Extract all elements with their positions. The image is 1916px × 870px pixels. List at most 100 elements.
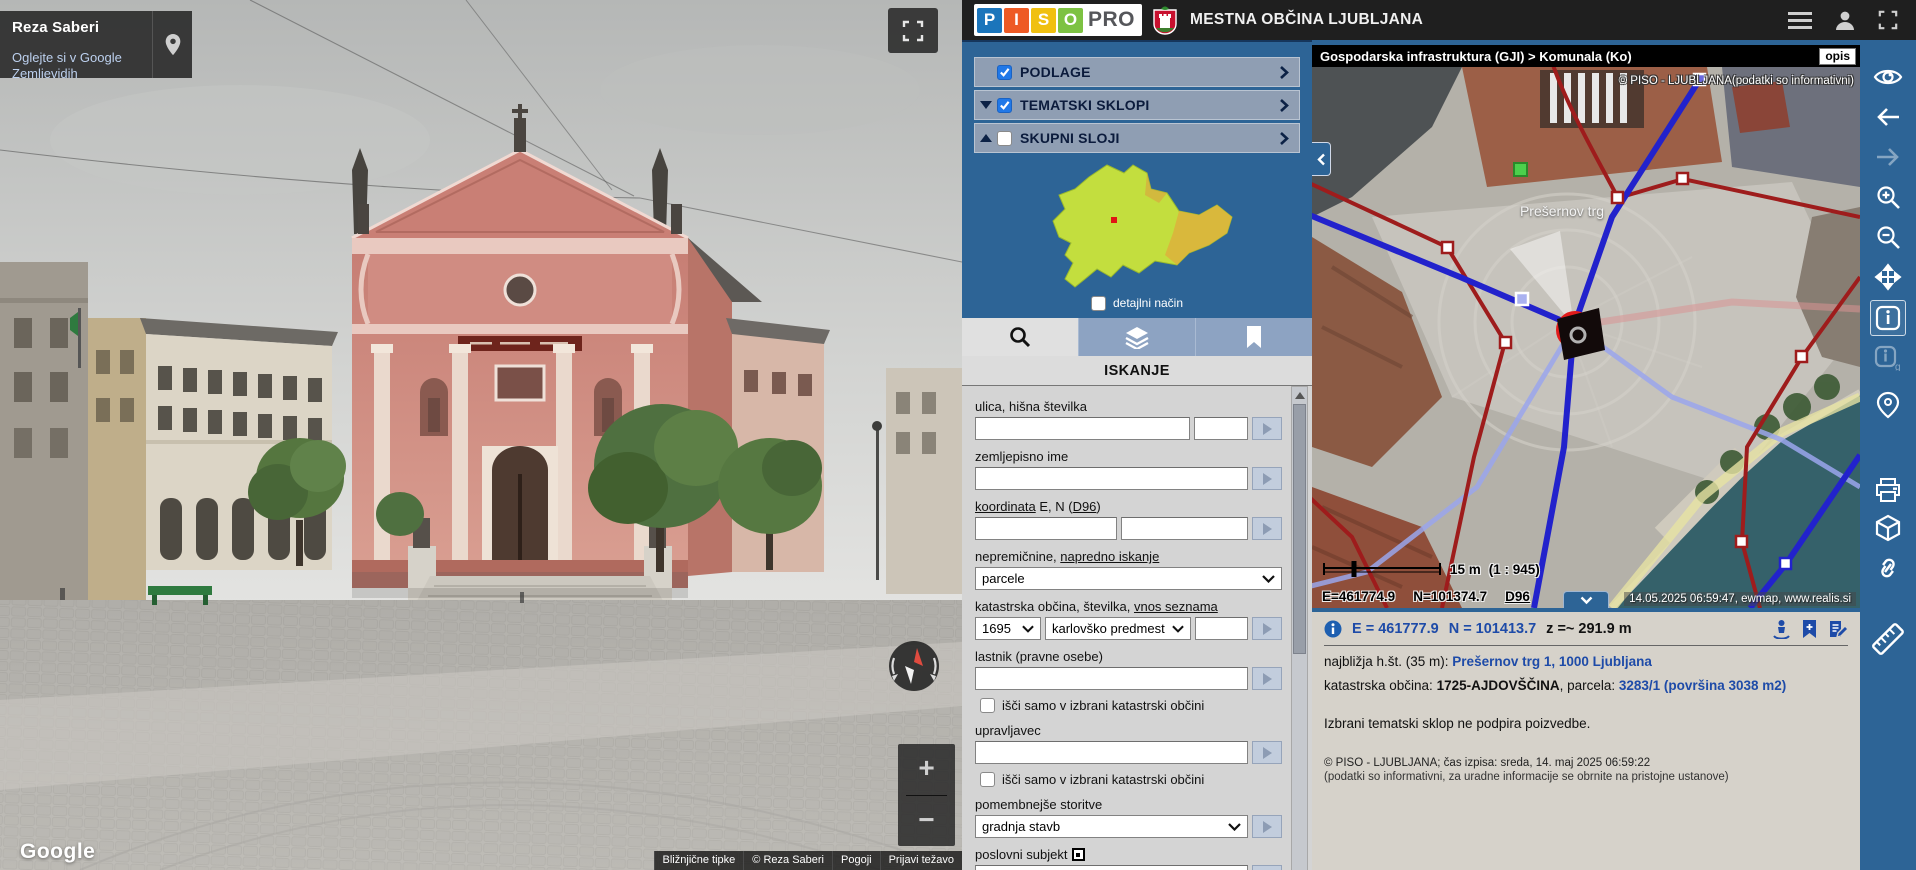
panel-collapse-tab[interactable] (1312, 142, 1331, 176)
piso-pro-logo[interactable]: P I S O PRO (974, 4, 1142, 36)
coordinate-search-button[interactable] (1252, 517, 1282, 540)
shortcut-keys-link[interactable]: Bližnjične tipke (654, 851, 744, 870)
accordion-podlage[interactable]: PODLAGE (974, 57, 1300, 87)
chevron-right-icon[interactable] (1279, 131, 1289, 146)
tab-bookmarks[interactable] (1195, 318, 1312, 356)
streetview-fullscreen-button[interactable] (888, 8, 938, 53)
zoom-in-map-button[interactable] (1870, 179, 1906, 215)
municipality-title: MESTNA OBČINA LJUBLJANA (1190, 11, 1788, 29)
view-3d-button[interactable] (1870, 510, 1906, 546)
locate-button[interactable] (1870, 387, 1906, 423)
print-button[interactable] (1870, 472, 1906, 508)
location-pin-icon (1876, 391, 1900, 419)
coordinate-link[interactable]: koordinata (975, 499, 1036, 514)
cadastral-search-button[interactable] (1252, 617, 1282, 640)
house-number-input[interactable] (1194, 417, 1248, 440)
geoname-input[interactable] (975, 467, 1248, 490)
compass-control[interactable] (886, 636, 942, 696)
menu-icon[interactable] (1788, 11, 1812, 29)
realestate-select[interactable]: parcele (975, 567, 1282, 590)
only-cadastral-checkbox-2[interactable] (980, 772, 995, 787)
zoom-out-button[interactable]: − (898, 796, 955, 847)
manager-search-button[interactable] (1252, 741, 1282, 764)
street-input[interactable] (975, 417, 1190, 440)
map-pin-icon[interactable] (152, 11, 192, 78)
visibility-eye-button[interactable] (1870, 59, 1906, 95)
only-cadastral-checkbox[interactable] (980, 698, 995, 713)
share-link-button[interactable] (1870, 550, 1906, 586)
tab-layers[interactable] (1078, 318, 1195, 356)
pan-button[interactable] (1870, 259, 1906, 295)
search-form: ulica, hišna številka zemljepisno ime ko… (962, 386, 1312, 870)
parcel-number-input[interactable] (1195, 617, 1248, 640)
advanced-search-link[interactable]: napredno iskanje (1060, 549, 1159, 564)
app-fullscreen-icon[interactable] (1878, 10, 1898, 30)
street-view-pane[interactable]: Reza Saberi Oglejte si v Google Zemljevi… (0, 0, 962, 870)
cadastral-code-select[interactable]: 1695 (975, 617, 1041, 640)
detail-mode-checkbox[interactable] (1091, 296, 1106, 311)
chevron-right-icon[interactable] (1279, 98, 1289, 113)
logo-letter-p: P (977, 8, 1002, 33)
search-panel-title: ISKANJE (962, 356, 1312, 386)
business-label-text: poslovni subjekt (975, 847, 1068, 862)
report-edit-icon[interactable] (1828, 619, 1848, 639)
accordion-skupni-sloji[interactable]: SKUPNI SLOJI (974, 123, 1300, 153)
open-in-google-maps-link[interactable]: Oglejte si v Google Zemljevidih (12, 50, 142, 78)
triangle-up-icon[interactable] (975, 134, 997, 142)
terms-link[interactable]: Pogoji (832, 851, 880, 870)
parcel-link[interactable]: 3283/1 (površina 3038 m2) (1619, 678, 1786, 693)
skupni-checkbox[interactable] (997, 131, 1012, 146)
add-bookmark-icon[interactable] (1801, 619, 1818, 639)
user-icon[interactable] (1834, 9, 1856, 31)
detail-mode-row[interactable]: detajlni način (962, 293, 1312, 313)
identify-info-button[interactable] (1870, 300, 1906, 336)
coordinate-system-link[interactable]: D96 (1505, 589, 1530, 604)
form-scrollbar[interactable] (1291, 386, 1308, 870)
owner-input[interactable] (975, 667, 1248, 690)
accordion-tematski-sklopi[interactable]: TEMATSKI SKLOPI (974, 90, 1300, 120)
geoname-search-button[interactable] (1252, 467, 1282, 490)
business-input[interactable] (975, 865, 1248, 870)
manager-input[interactable] (975, 741, 1248, 764)
identify-gji-button[interactable]: g (1870, 340, 1906, 376)
arrow-left-icon (1875, 106, 1901, 128)
podlage-checkbox[interactable] (997, 65, 1012, 80)
cadastral-name-select[interactable]: karlovško predmest (1045, 617, 1191, 640)
services-search-button[interactable] (1252, 815, 1282, 838)
next-view-button[interactable] (1870, 139, 1906, 175)
map-canvas[interactable]: © PISO - LJUBLJANA(podatki so informativ… (1312, 67, 1860, 608)
info-results-panel: E = 461777.9 N = 101413.7 z =~ 291.9 m n… (1312, 612, 1860, 870)
business-search-button[interactable] (1252, 865, 1282, 870)
nearest-address-link[interactable]: Prešernov trg 1, 1000 Ljubljana (1452, 654, 1652, 669)
ljubljana-coat-of-arms (1152, 4, 1178, 36)
owner-search-button[interactable] (1252, 667, 1282, 690)
previous-view-button[interactable] (1870, 99, 1906, 135)
services-select[interactable]: gradnja stavb (975, 815, 1248, 838)
tematski-checkbox[interactable] (997, 98, 1012, 113)
only-cadastral-checkbox-row[interactable]: išči samo v izbrani katastrski občini (975, 697, 1282, 714)
measure-button[interactable] (1868, 619, 1908, 659)
chevron-right-icon[interactable] (1279, 65, 1289, 80)
street-search-button[interactable] (1252, 417, 1282, 440)
streetview-pegman-icon[interactable] (1772, 619, 1791, 639)
scrollbar-thumb[interactable] (1293, 404, 1306, 654)
business-legend-icon (1072, 848, 1085, 861)
logo-letter-o: O (1058, 8, 1083, 33)
scale-ratio[interactable]: (1 : 945) (1489, 562, 1540, 577)
report-problem-link[interactable]: Prijavi težavo (880, 851, 962, 870)
map-collapse-down-tab[interactable] (1563, 591, 1609, 608)
zoom-in-button[interactable]: + (898, 744, 955, 795)
only-cadastral-checkbox-row-2[interactable]: išči samo v izbrani katastrski občini (975, 771, 1282, 788)
zoom-out-map-button[interactable] (1870, 219, 1906, 255)
opis-button[interactable]: opis (1819, 48, 1856, 65)
tab-search[interactable] (962, 318, 1078, 356)
google-logo: Google (20, 840, 95, 864)
identify-gji-icon: g (1874, 345, 1902, 371)
coordinate-n-input[interactable] (1121, 517, 1248, 540)
list-entry-link[interactable]: vnos seznama (1134, 599, 1218, 614)
municipality-overview-map[interactable] (962, 157, 1312, 293)
scroll-up-arrow[interactable] (1292, 388, 1307, 403)
coordinate-e-input[interactable] (975, 517, 1117, 540)
triangle-down-icon[interactable] (975, 101, 997, 109)
d96-link[interactable]: D96 (1073, 499, 1097, 514)
